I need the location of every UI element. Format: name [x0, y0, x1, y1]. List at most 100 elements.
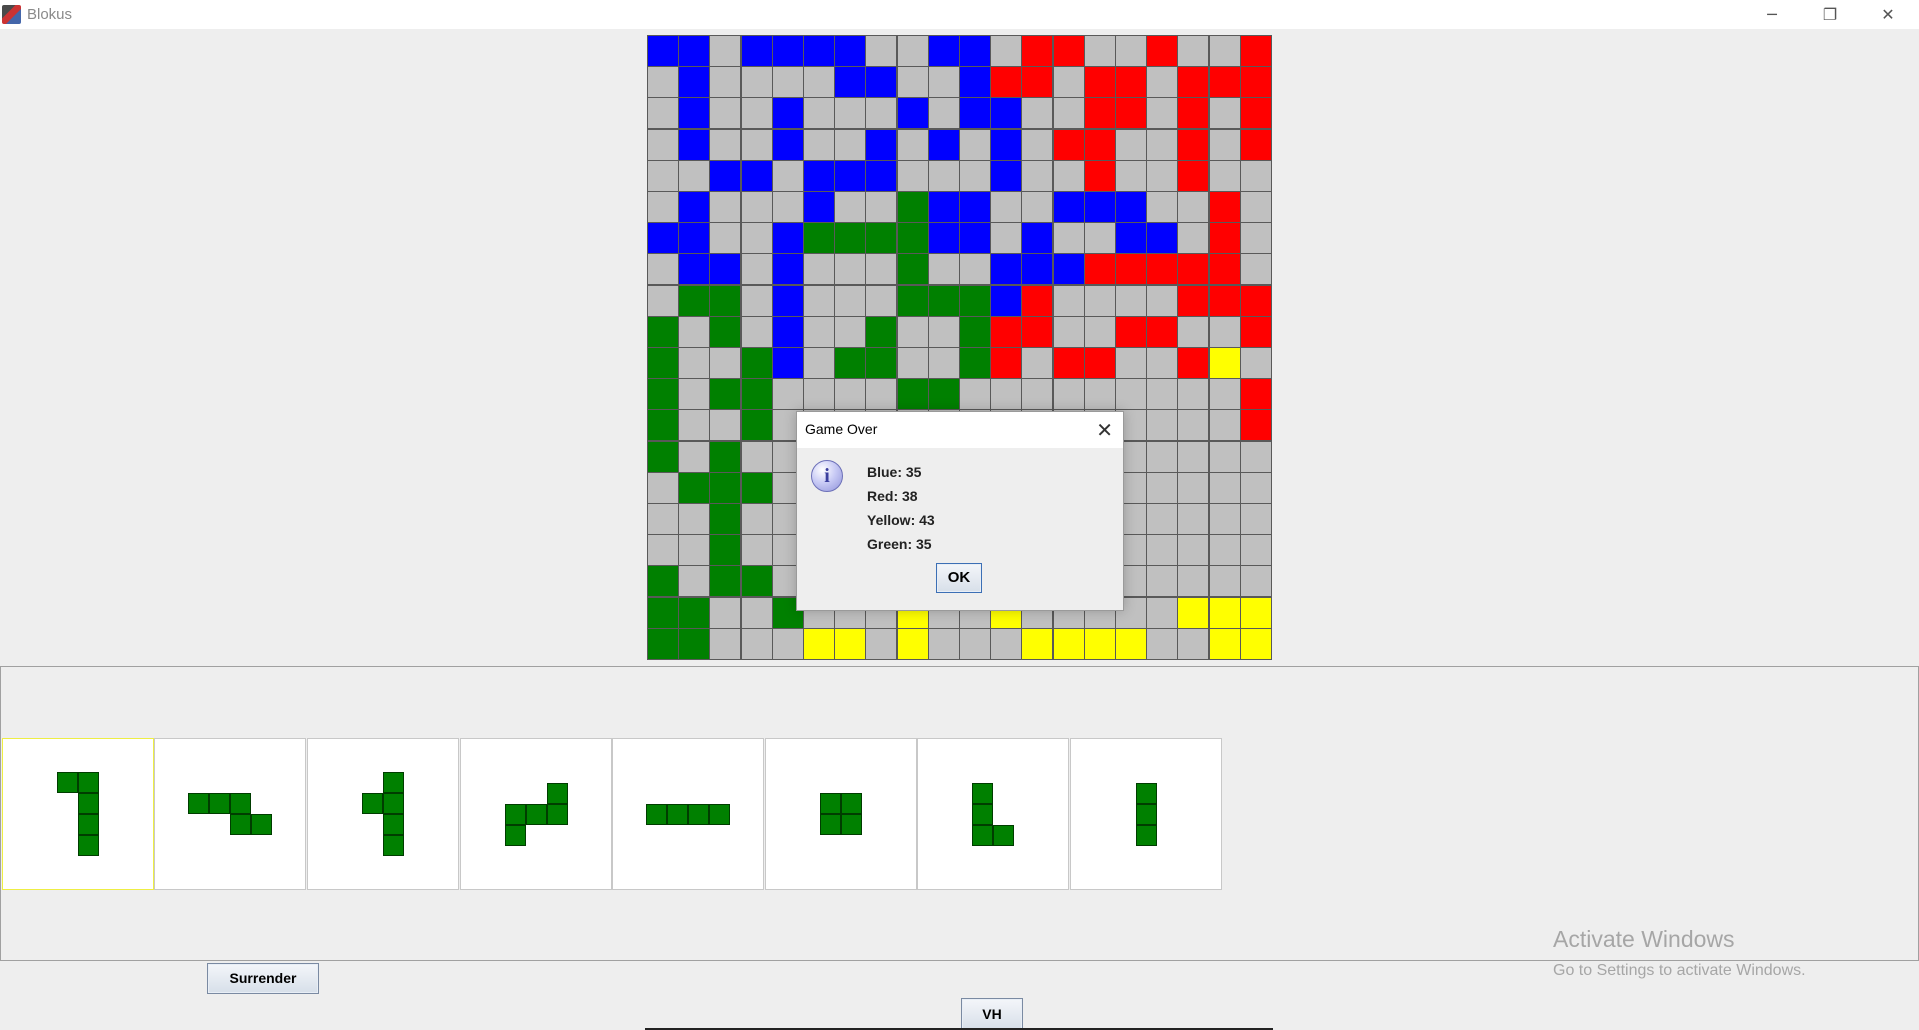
board-cell[interactable]	[772, 160, 804, 192]
board-cell[interactable]	[709, 409, 741, 441]
board-cell[interactable]	[803, 129, 835, 161]
close-button[interactable]: ✕	[1859, 0, 1917, 29]
board-cell[interactable]	[865, 316, 897, 348]
board-cell[interactable]	[865, 191, 897, 223]
board-cell[interactable]	[741, 347, 773, 379]
board-cell[interactable]	[865, 347, 897, 379]
board-cell[interactable]	[928, 253, 960, 285]
board-cell[interactable]	[709, 597, 741, 629]
board-cell[interactable]	[1146, 534, 1178, 566]
board-cell[interactable]	[1053, 628, 1085, 660]
board-cell[interactable]	[678, 66, 710, 98]
board-cell[interactable]	[678, 191, 710, 223]
surrender-button[interactable]: Surrender	[207, 963, 319, 994]
board-cell[interactable]	[1146, 347, 1178, 379]
board-cell[interactable]	[990, 378, 1022, 410]
board-cell[interactable]	[959, 35, 991, 67]
board-cell[interactable]	[1146, 285, 1178, 317]
board-cell[interactable]	[803, 222, 835, 254]
board-cell[interactable]	[1115, 316, 1147, 348]
board-cell[interactable]	[865, 378, 897, 410]
board-cell[interactable]	[1053, 316, 1085, 348]
board-cell[interactable]	[1240, 129, 1272, 161]
board-cell[interactable]	[1240, 35, 1272, 67]
board-cell[interactable]	[1053, 378, 1085, 410]
board-cell[interactable]	[865, 35, 897, 67]
board-cell[interactable]	[928, 191, 960, 223]
board-cell[interactable]	[1240, 160, 1272, 192]
board-cell[interactable]	[897, 628, 929, 660]
board-cell[interactable]	[990, 66, 1022, 98]
board-cell[interactable]	[1021, 97, 1053, 129]
board-cell[interactable]	[1146, 441, 1178, 473]
board-cell[interactable]	[1209, 347, 1241, 379]
board-cell[interactable]	[1115, 378, 1147, 410]
board-cell[interactable]	[1084, 129, 1116, 161]
board-cell[interactable]	[1084, 35, 1116, 67]
board-cell[interactable]	[865, 628, 897, 660]
board-cell[interactable]	[803, 97, 835, 129]
board-cell[interactable]	[772, 97, 804, 129]
board-cell[interactable]	[709, 253, 741, 285]
board-cell[interactable]	[1209, 628, 1241, 660]
board-cell[interactable]	[1209, 378, 1241, 410]
board-cell[interactable]	[1177, 160, 1209, 192]
board-cell[interactable]	[1209, 534, 1241, 566]
board-cell[interactable]	[772, 378, 804, 410]
board-cell[interactable]	[741, 472, 773, 504]
board-cell[interactable]	[928, 222, 960, 254]
board-cell[interactable]	[1177, 66, 1209, 98]
board-cell[interactable]	[897, 316, 929, 348]
board-cell[interactable]	[1115, 129, 1147, 161]
board-cell[interactable]	[647, 409, 679, 441]
board-cell[interactable]	[709, 472, 741, 504]
board-cell[interactable]	[1115, 222, 1147, 254]
ok-button[interactable]: OK	[936, 563, 982, 593]
board-cell[interactable]	[834, 129, 866, 161]
board-cell[interactable]	[928, 347, 960, 379]
board-cell[interactable]	[959, 129, 991, 161]
board-cell[interactable]	[959, 253, 991, 285]
board-cell[interactable]	[1209, 316, 1241, 348]
board-cell[interactable]	[647, 129, 679, 161]
board-cell[interactable]	[897, 285, 929, 317]
board-cell[interactable]	[834, 253, 866, 285]
board-cell[interactable]	[1177, 534, 1209, 566]
board-cell[interactable]	[834, 222, 866, 254]
board-cell[interactable]	[803, 628, 835, 660]
board-cell[interactable]	[959, 160, 991, 192]
piece-slot-1[interactable]	[2, 738, 154, 890]
board-cell[interactable]	[990, 97, 1022, 129]
board-cell[interactable]	[959, 222, 991, 254]
board-cell[interactable]	[678, 472, 710, 504]
board-cell[interactable]	[741, 222, 773, 254]
board-cell[interactable]	[897, 347, 929, 379]
board-cell[interactable]	[1240, 285, 1272, 317]
board-cell[interactable]	[709, 565, 741, 597]
board-cell[interactable]	[803, 347, 835, 379]
board-cell[interactable]	[1084, 66, 1116, 98]
board-cell[interactable]	[741, 597, 773, 629]
board-cell[interactable]	[834, 316, 866, 348]
board-cell[interactable]	[959, 628, 991, 660]
board-cell[interactable]	[1146, 503, 1178, 535]
board-cell[interactable]	[959, 66, 991, 98]
restore-button[interactable]: ❐	[1801, 0, 1859, 29]
board-cell[interactable]	[928, 66, 960, 98]
board-cell[interactable]	[1209, 565, 1241, 597]
board-cell[interactable]	[897, 129, 929, 161]
board-cell[interactable]	[647, 35, 679, 67]
board-cell[interactable]	[741, 378, 773, 410]
board-cell[interactable]	[772, 285, 804, 317]
board-cell[interactable]	[772, 191, 804, 223]
board-cell[interactable]	[1084, 378, 1116, 410]
board-cell[interactable]	[741, 441, 773, 473]
board-cell[interactable]	[678, 409, 710, 441]
board-cell[interactable]	[1177, 347, 1209, 379]
board-cell[interactable]	[928, 97, 960, 129]
board-cell[interactable]	[741, 285, 773, 317]
board-cell[interactable]	[1209, 129, 1241, 161]
board-cell[interactable]	[897, 222, 929, 254]
board-cell[interactable]	[772, 347, 804, 379]
board-cell[interactable]	[1209, 160, 1241, 192]
